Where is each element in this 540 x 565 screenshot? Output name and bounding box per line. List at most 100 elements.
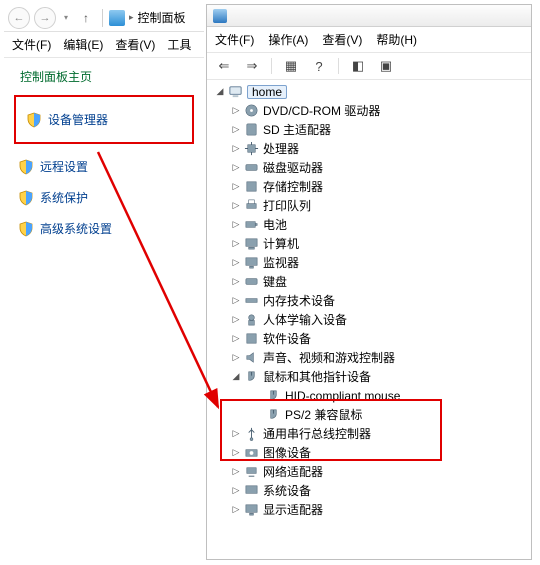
expand-closed-icon[interactable]: ▷	[229, 123, 243, 137]
toolbar-back-icon[interactable]: ⇐	[215, 57, 233, 75]
dm-titlebar	[207, 5, 531, 27]
divider	[338, 58, 339, 74]
expand-closed-icon[interactable]: ▷	[229, 256, 243, 270]
dm-toolbar: ⇐ ⇒ ▦ ? ◧ ▣	[207, 53, 531, 80]
tree-label: 键盘	[263, 276, 287, 288]
tree-item-hid-mouse[interactable]: ▷ HID-compliant mouse	[207, 386, 531, 405]
tree-item-image[interactable]: ▷ 图像设备	[207, 443, 531, 462]
expand-closed-icon[interactable]: ▷	[229, 446, 243, 460]
expand-closed-icon[interactable]: ▷	[229, 351, 243, 365]
tree-label: 系统设备	[263, 485, 311, 497]
tree-label: 网络适配器	[263, 466, 323, 478]
toolbar-properties-icon[interactable]: ▣	[377, 57, 395, 75]
toolbar-view-icon[interactable]: ▦	[282, 57, 300, 75]
tree-item-dvd[interactable]: ▷ DVD/CD-ROM 驱动器	[207, 101, 531, 120]
expand-closed-icon[interactable]: ▷	[229, 465, 243, 479]
tree-label: SD 主适配器	[263, 124, 331, 136]
tree-label: 打印队列	[263, 200, 311, 212]
expand-closed-icon[interactable]: ▷	[229, 313, 243, 327]
menu-file[interactable]: 文件(F)	[215, 31, 254, 48]
expand-closed-icon[interactable]: ▷	[229, 332, 243, 346]
computer-icon	[227, 84, 243, 100]
toolbar-forward-icon[interactable]: ⇒	[243, 57, 261, 75]
tree-item-ps2-mouse[interactable]: ▷ PS/2 兼容鼠标	[207, 405, 531, 424]
tree-item-disk[interactable]: ▷ 磁盘驱动器	[207, 158, 531, 177]
mouse-icon	[243, 369, 259, 385]
tree-label: 人体学输入设备	[263, 314, 347, 326]
menu-view[interactable]: 查看(V)	[322, 31, 362, 48]
tree-item-monitor[interactable]: ▷ 监视器	[207, 253, 531, 272]
toolbar-help-icon[interactable]: ?	[310, 57, 328, 75]
menu-action[interactable]: 操作(A)	[268, 31, 308, 48]
keyboard-icon	[243, 274, 259, 290]
tree-item-sound[interactable]: ▷ 声音、视频和游戏控制器	[207, 348, 531, 367]
system-icon	[243, 483, 259, 499]
menu-tools[interactable]: 工具	[167, 36, 191, 53]
tree-label: 计算机	[263, 238, 299, 250]
tree-item-memtech[interactable]: ▷ 内存技术设备	[207, 291, 531, 310]
expand-open-icon[interactable]: ◢	[229, 370, 243, 384]
tree-root-home[interactable]: ◢ home	[207, 82, 531, 101]
tree-item-software[interactable]: ▷ 软件设备	[207, 329, 531, 348]
expand-closed-icon[interactable]: ▷	[229, 427, 243, 441]
tree-item-computer[interactable]: ▷ 计算机	[207, 234, 531, 253]
nav-history-dropdown[interactable]: ▾	[60, 7, 72, 29]
expand-closed-icon[interactable]: ▷	[229, 142, 243, 156]
cp-item-label: 设备管理器	[48, 111, 108, 128]
address-text[interactable]: 控制面板	[138, 9, 186, 26]
tree-label: PS/2 兼容鼠标	[285, 409, 362, 421]
tree-item-hid[interactable]: ▷ 人体学输入设备	[207, 310, 531, 329]
device-manager-window: 文件(F) 操作(A) 查看(V) 帮助(H) ⇐ ⇒ ▦ ? ◧ ▣ ◢ ho…	[206, 4, 532, 560]
expand-closed-icon[interactable]: ▷	[229, 161, 243, 175]
cp-item-label: 远程设置	[40, 158, 88, 175]
tree-item-battery[interactable]: ▷ 电池	[207, 215, 531, 234]
cp-item-advanced-system[interactable]: 高级系统设置	[14, 216, 194, 241]
tree-item-sd[interactable]: ▷ SD 主适配器	[207, 120, 531, 139]
back-button[interactable]: ←	[8, 7, 30, 29]
expand-closed-icon[interactable]: ▷	[229, 503, 243, 517]
expand-open-icon[interactable]: ◢	[213, 85, 227, 99]
up-button[interactable]: ↑	[76, 8, 96, 28]
printer-icon	[243, 198, 259, 214]
menu-edit[interactable]: 编辑(E)	[63, 36, 103, 53]
tree-item-storage[interactable]: ▷ 存储控制器	[207, 177, 531, 196]
tree-item-mouse[interactable]: ◢ 鼠标和其他指针设备	[207, 367, 531, 386]
cp-titlebar: ← → ▾ ↑ ▸ 控制面板	[4, 4, 204, 32]
network-icon	[243, 464, 259, 480]
cp-item-device-manager[interactable]: 设备管理器	[22, 107, 186, 132]
expand-closed-icon[interactable]: ▷	[229, 294, 243, 308]
expand-closed-icon[interactable]: ▷	[229, 484, 243, 498]
tree-item-usb[interactable]: ▷ 通用串行总线控制器	[207, 424, 531, 443]
tree-item-cpu[interactable]: ▷ 处理器	[207, 139, 531, 158]
expand-closed-icon[interactable]: ▷	[229, 199, 243, 213]
menu-view[interactable]: 查看(V)	[115, 36, 155, 53]
expand-closed-icon[interactable]: ▷	[229, 275, 243, 289]
menu-file[interactable]: 文件(F)	[12, 36, 51, 53]
camera-icon	[243, 445, 259, 461]
tree-item-network[interactable]: ▷ 网络适配器	[207, 462, 531, 481]
cp-item-system-protect[interactable]: 系统保护	[14, 185, 194, 210]
tree-item-keyboard[interactable]: ▷ 键盘	[207, 272, 531, 291]
cp-item-label: 系统保护	[40, 189, 88, 206]
tree-label: 声音、视频和游戏控制器	[263, 352, 395, 364]
tree-item-display[interactable]: ▷ 显示适配器	[207, 500, 531, 519]
tree-label: 软件设备	[263, 333, 311, 345]
expand-closed-icon[interactable]: ▷	[229, 104, 243, 118]
hid-icon	[243, 312, 259, 328]
speaker-icon	[243, 350, 259, 366]
expand-closed-icon[interactable]: ▷	[229, 237, 243, 251]
forward-button[interactable]: →	[34, 7, 56, 29]
tree-label: home	[247, 85, 287, 99]
cp-item-remote-settings[interactable]: 远程设置	[14, 154, 194, 179]
expand-closed-icon[interactable]: ▷	[229, 218, 243, 232]
disc-icon	[243, 103, 259, 119]
menu-help[interactable]: 帮助(H)	[376, 31, 417, 48]
toolbar-scan-icon[interactable]: ◧	[349, 57, 367, 75]
display-icon	[243, 502, 259, 518]
expand-closed-icon[interactable]: ▷	[229, 180, 243, 194]
tree-label: 内存技术设备	[263, 295, 335, 307]
tree-label: 图像设备	[263, 447, 311, 459]
tree-item-print[interactable]: ▷ 打印队列	[207, 196, 531, 215]
tree-label: 鼠标和其他指针设备	[263, 371, 371, 383]
tree-item-system[interactable]: ▷ 系统设备	[207, 481, 531, 500]
